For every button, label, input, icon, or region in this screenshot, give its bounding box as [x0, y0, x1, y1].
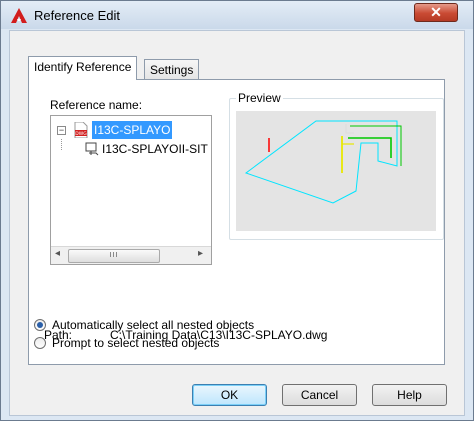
window-title: Reference Edit — [34, 8, 120, 23]
preview-canvas — [236, 111, 436, 231]
reference-tree[interactable]: − DWG I13C-SPLAYO I13C-SPLAYOII-SIT ◂ II… — [50, 115, 212, 265]
drawing-preview — [244, 120, 402, 204]
title-bar[interactable]: Reference Edit ✕ — [1, 1, 473, 29]
preview-group: Preview — [229, 91, 444, 240]
collapse-expander-icon[interactable]: − — [57, 126, 66, 135]
xref-icon — [85, 142, 99, 156]
radio-selected-dot — [37, 322, 43, 328]
close-button[interactable]: ✕ — [414, 3, 458, 22]
dialog-body: Identify Reference Settings Reference na… — [9, 30, 465, 416]
scroll-right-icon[interactable]: ▸ — [198, 248, 203, 259]
horizontal-scrollbar[interactable]: ◂ III ▸ — [51, 246, 211, 264]
tree-item-label: I13C-SPLAYOII-SIT — [102, 142, 208, 156]
option-prompt-select[interactable]: Prompt to select nested objects — [34, 336, 294, 350]
preview-label: Preview — [236, 91, 283, 105]
tree-item-label: I13C-SPLAYO — [92, 121, 173, 139]
dwg-file-icon: DWG — [74, 122, 88, 138]
auto-select-label: Automatically select all nested objects — [52, 318, 255, 332]
option-auto-select[interactable]: Automatically select all nested objects — [34, 318, 294, 332]
close-icon: ✕ — [430, 4, 442, 20]
autocad-logo-icon — [11, 8, 27, 23]
svg-text:DWG: DWG — [75, 131, 87, 137]
cancel-button[interactable]: Cancel — [282, 384, 357, 406]
tab-settings[interactable]: Settings — [144, 59, 200, 81]
auto-select-radio[interactable] — [34, 319, 46, 331]
help-button[interactable]: Help — [372, 384, 447, 406]
prompt-select-radio[interactable] — [34, 337, 46, 349]
ok-button[interactable]: OK — [192, 384, 267, 406]
tab-identify-reference[interactable]: Identify Reference — [28, 56, 138, 80]
tree-connector — [61, 139, 62, 150]
prompt-select-label: Prompt to select nested objects — [52, 336, 220, 350]
scroll-left-icon[interactable]: ◂ — [55, 248, 60, 259]
reference-name-label: Reference name: — [50, 98, 143, 112]
reference-edit-dialog: Reference Edit ✕ Identify Reference Sett… — [0, 0, 474, 421]
scroll-thumb[interactable]: III — [68, 249, 160, 263]
